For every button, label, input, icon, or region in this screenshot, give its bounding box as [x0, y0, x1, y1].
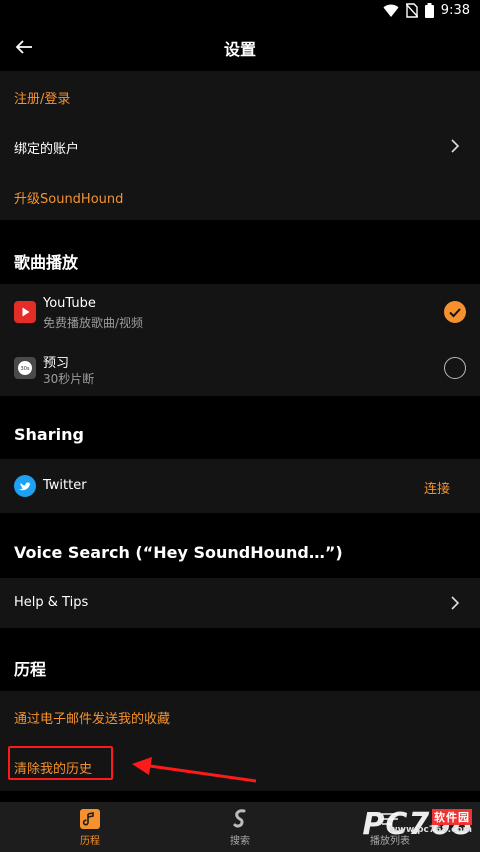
preview-row[interactable]: 30s 预习 30秒片断 [0, 340, 480, 396]
nav-search-label: 搜索 [230, 836, 250, 847]
battery-icon [424, 3, 434, 18]
youtube-selected-check[interactable] [444, 301, 466, 323]
song-playback-section-title: 歌曲播放 [14, 253, 79, 272]
youtube-subtitle: 免费播放歌曲/视频 [43, 316, 144, 330]
email-favorites-label: 通过电子邮件发送我的收藏 [14, 712, 171, 727]
help-tips-row[interactable]: Help & Tips [0, 578, 480, 628]
no-sim-icon [405, 3, 418, 18]
status-bar: 9:38 [0, 0, 480, 24]
youtube-icon [14, 301, 36, 323]
watermark-site: www.pc768.com [389, 825, 472, 835]
upgrade-label: 升级SoundHound [14, 192, 124, 207]
clock: 9:38 [440, 3, 470, 18]
app-bar: 设置 [0, 24, 480, 70]
voice-search-section-title: Voice Search (“Hey SoundHound…”) [14, 543, 343, 562]
linked-accounts-label: 绑定的账户 [14, 142, 80, 157]
youtube-label: YouTube [43, 296, 96, 311]
email-favorites-row[interactable]: 通过电子邮件发送我的收藏 [0, 691, 480, 741]
preview-label: 预习 [43, 356, 70, 371]
twitter-icon [14, 475, 36, 497]
checkmark-icon [449, 308, 461, 318]
twitter-row[interactable]: Twitter 连接 [0, 459, 480, 513]
history-section-title: 历程 [14, 660, 47, 679]
music-note-icon [80, 809, 100, 829]
preview-radio[interactable] [444, 357, 466, 379]
chevron-right-icon [451, 596, 460, 610]
nav-history[interactable]: 历程 [50, 808, 130, 847]
twitter-label: Twitter [43, 478, 87, 493]
chevron-right-icon [451, 139, 460, 153]
sharing-section-title: Sharing [14, 425, 84, 444]
register-login-label: 注册/登录 [14, 92, 71, 107]
linked-accounts-row[interactable]: 绑定的账户 [0, 121, 480, 171]
register-login-row[interactable]: 注册/登录 [0, 71, 480, 121]
annotation-highlight-box [8, 746, 113, 780]
soundhound-logo-icon [233, 809, 246, 828]
svg-text:30s: 30s [21, 366, 30, 372]
help-tips-label: Help & Tips [14, 595, 89, 610]
preview-subtitle: 30秒片断 [43, 372, 95, 386]
page-title: 设置 [223, 40, 256, 59]
watermark-badge: 软件园 [432, 809, 472, 825]
twitter-connect-button[interactable]: 连接 [424, 478, 450, 497]
preview-icon: 30s [14, 357, 36, 379]
wifi-icon [383, 4, 399, 17]
nav-search[interactable]: 搜索 [200, 808, 280, 847]
watermark-logo: PC768 软件园 www.pc768.com [362, 807, 474, 842]
youtube-row[interactable]: YouTube 免费播放歌曲/视频 [0, 284, 480, 340]
upgrade-row[interactable]: 升级SoundHound [0, 171, 480, 220]
nav-history-label: 历程 [80, 836, 100, 847]
